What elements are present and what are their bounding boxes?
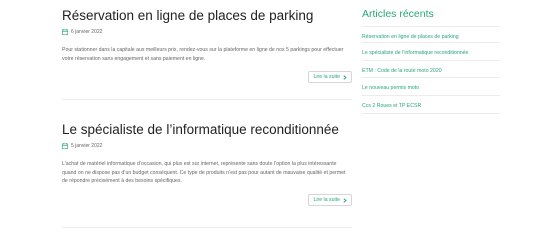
post-date: 5 janvier 2022 (71, 143, 103, 149)
recent-article-link[interactable]: Réservation en ligne de places de parkin… (362, 26, 500, 42)
post-divider (62, 99, 352, 100)
post: Réservation en ligne de places de parkin… (62, 8, 352, 83)
read-more-label: Lire la suite (313, 74, 340, 80)
recent-article-link[interactable]: Ccs 2 Roues et TP ECSR (362, 95, 500, 111)
read-more-button[interactable]: Lire la suite (308, 71, 352, 83)
chevron-right-icon (343, 197, 347, 203)
sidebar-title: Articles récents (362, 8, 434, 20)
recent-article-link[interactable]: Le nouveau permis moto (362, 77, 500, 93)
post-meta: 6 janvier 2022 (62, 29, 352, 35)
recent-article-link[interactable]: Le spécialiste de l’informatique recondi… (362, 42, 500, 58)
post-title[interactable]: Le spécialiste de l’informatique recondi… (62, 122, 352, 138)
post-excerpt: Pour stationner dans la capitale aux mei… (62, 47, 344, 62)
post-meta: 5 janvier 2022 (62, 143, 352, 149)
post-date: 6 janvier 2022 (71, 29, 103, 35)
post-excerpt: L’achat de matériel informatique d’occas… (62, 161, 346, 185)
post: Le spécialiste de l’informatique recondi… (62, 122, 352, 206)
recent-article-link[interactable]: ETM : Code de la route moto 2020 (362, 60, 500, 76)
sidebar-list-end (362, 113, 500, 114)
calendar-icon (62, 143, 68, 149)
read-more-label: Lire la suite (313, 197, 340, 203)
calendar-icon (62, 29, 68, 35)
chevron-right-icon (343, 74, 347, 80)
post-title[interactable]: Réservation en ligne de places de parkin… (62, 8, 352, 24)
post-divider (62, 227, 352, 228)
read-more-button[interactable]: Lire la suite (308, 194, 352, 206)
